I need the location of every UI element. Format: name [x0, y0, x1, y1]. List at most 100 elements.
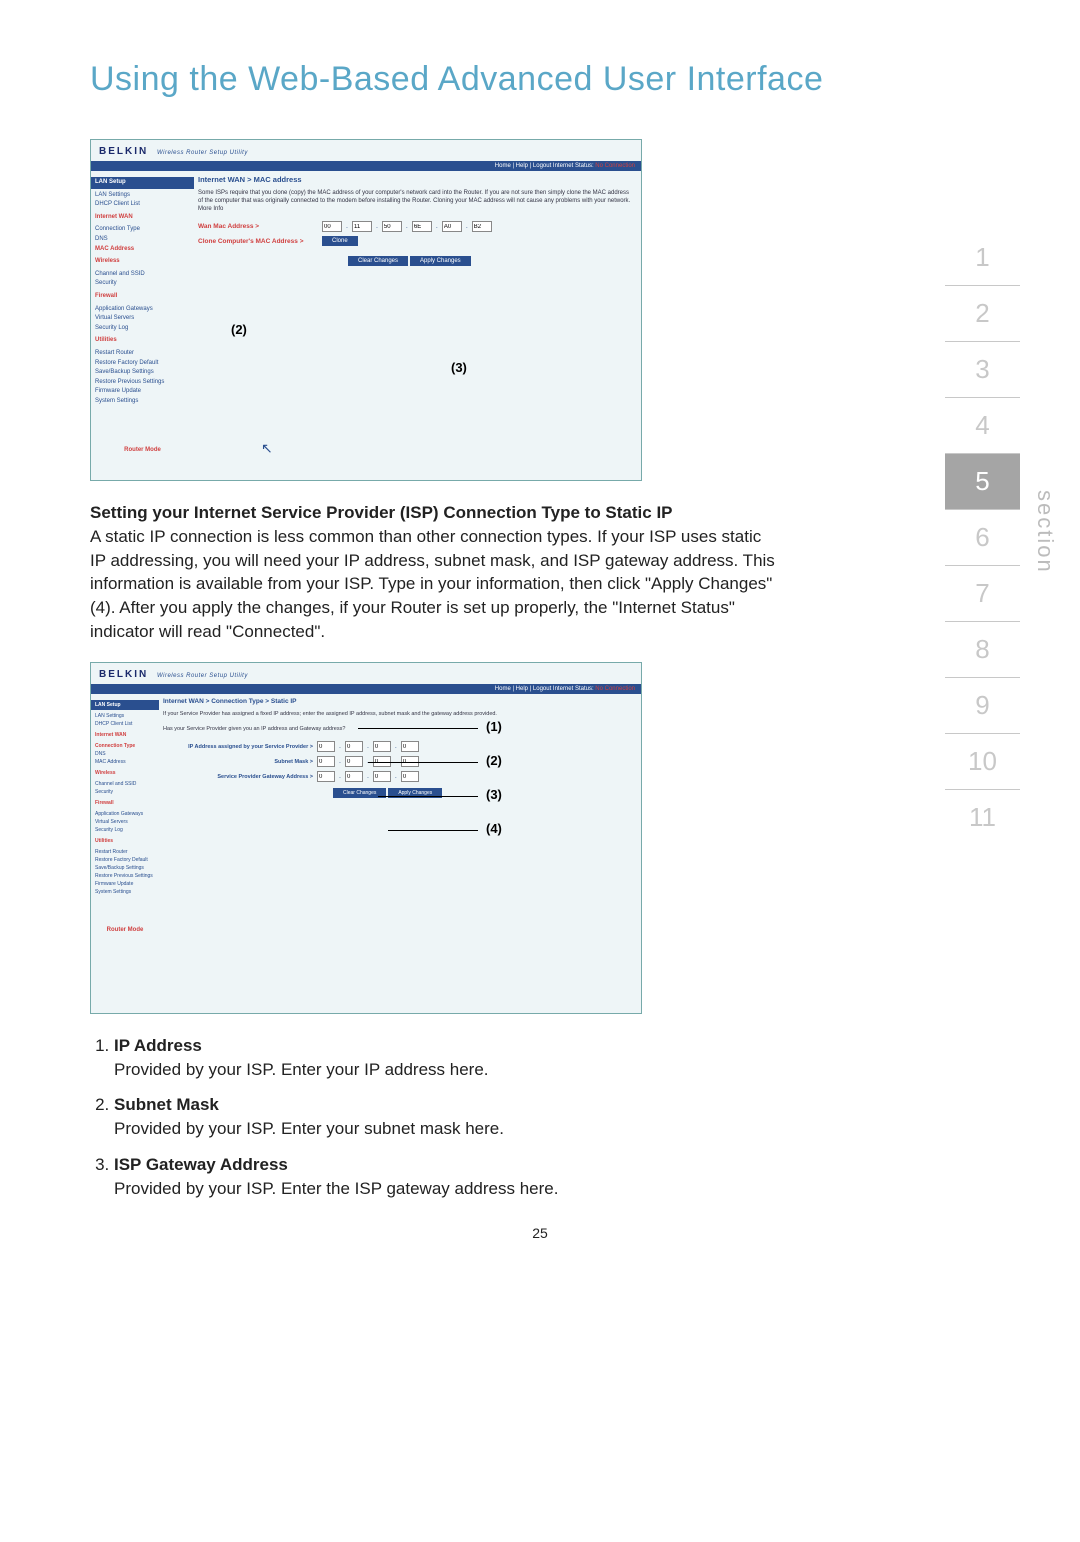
- mac-field-6[interactable]: [472, 221, 492, 232]
- sidebar-item[interactable]: Restart Router: [95, 349, 190, 359]
- static-ip-body: A static IP connection is less common th…: [90, 525, 780, 644]
- router-mode: Router Mode: [95, 446, 190, 456]
- sidebar-item[interactable]: Restore Factory Default: [95, 359, 190, 369]
- sidebar-lan-setup[interactable]: LAN Setup: [91, 700, 159, 710]
- sidebar-item[interactable]: Security: [95, 279, 190, 289]
- section-nav-5[interactable]: 5: [945, 454, 1020, 510]
- sidebar-item[interactable]: Save/Backup Settings: [95, 368, 190, 378]
- brand-text: BELKIN: [99, 146, 148, 157]
- sidebar-item[interactable]: System Settings: [95, 888, 155, 896]
- sidebar-item[interactable]: Channel and SSID: [95, 270, 190, 280]
- mac-field-2[interactable]: [352, 221, 372, 232]
- sidebar-item[interactable]: LAN Settings: [95, 191, 190, 201]
- sidebar-item[interactable]: Firmware Update: [95, 880, 155, 888]
- sidebar-item[interactable]: Virtual Servers: [95, 818, 155, 826]
- cursor-icon: ↖: [261, 440, 273, 457]
- section-nav-9[interactable]: 9: [945, 678, 1020, 734]
- internet-status: No Connection: [595, 163, 635, 169]
- sidebar-item[interactable]: Restore Factory Default: [95, 856, 155, 864]
- section-nav-2[interactable]: 2: [945, 286, 1020, 342]
- mac-field-3[interactable]: [382, 221, 402, 232]
- sidebar-item[interactable]: System Settings: [95, 397, 190, 407]
- mac-field-5[interactable]: [442, 221, 462, 232]
- ip-field[interactable]: [373, 741, 391, 752]
- section-nav-7[interactable]: 7: [945, 566, 1020, 622]
- def-title: Subnet Mask: [114, 1095, 219, 1114]
- callout-2: (2): [231, 322, 247, 337]
- router-sidebar: LAN Setup LAN Settings DHCP Client List …: [91, 694, 159, 940]
- section-nav-10[interactable]: 10: [945, 734, 1020, 790]
- section-nav-6[interactable]: 6: [945, 510, 1020, 566]
- router-sidebar: LAN Setup LAN Settings DHCP Client List …: [91, 171, 194, 460]
- sidebar-item[interactable]: Virtual Servers: [95, 314, 190, 324]
- sidebar-utilities[interactable]: Utilities: [91, 335, 194, 347]
- section-nav-1[interactable]: 1: [945, 230, 1020, 286]
- sidebar-item[interactable]: Restore Previous Settings: [95, 872, 155, 880]
- brand-sub: Wireless Router Setup Utility: [157, 150, 248, 156]
- sidebar-item[interactable]: Firmware Update: [95, 387, 190, 397]
- ip-field[interactable]: [345, 741, 363, 752]
- sidebar-item[interactable]: Restore Previous Settings: [95, 378, 190, 388]
- breadcrumb: Internet WAN > Connection Type > Static …: [163, 698, 633, 705]
- sidebar-utilities[interactable]: Utilities: [91, 836, 159, 846]
- sidebar-item[interactable]: DHCP Client List: [95, 720, 155, 728]
- router-main: Internet WAN > MAC address Some ISPs req…: [194, 171, 641, 270]
- router-main: Internet WAN > Connection Type > Static …: [159, 694, 641, 802]
- sidebar-item[interactable]: Application Gateways: [95, 305, 190, 315]
- screenshot-static-ip: BELKIN Wireless Router Setup Utility Hom…: [90, 662, 642, 1014]
- sidebar-item[interactable]: MAC Address: [95, 758, 155, 766]
- subnet-field[interactable]: [345, 756, 363, 767]
- ip-address-label: IP Address assigned by your Service Prov…: [163, 744, 313, 750]
- section-nav-8[interactable]: 8: [945, 622, 1020, 678]
- sidebar-internet-wan[interactable]: Internet WAN: [91, 212, 194, 224]
- sidebar-lan-setup[interactable]: LAN Setup: [91, 177, 194, 189]
- def-subnet-mask: Subnet Mask Provided by your ISP. Enter …: [114, 1093, 780, 1141]
- gateway-field[interactable]: [317, 771, 335, 782]
- sidebar-item[interactable]: Channel and SSID: [95, 780, 155, 788]
- sidebar-item-mac[interactable]: MAC Address: [95, 245, 190, 255]
- mac-field-1[interactable]: [322, 221, 342, 232]
- sidebar-item[interactable]: DNS: [95, 235, 190, 245]
- breadcrumb: Internet WAN > MAC address: [198, 175, 633, 184]
- sidebar-item[interactable]: Connection Type: [95, 225, 190, 235]
- sidebar-wireless[interactable]: Wireless: [91, 768, 159, 778]
- section-nav-4[interactable]: 4: [945, 398, 1020, 454]
- topbar-links[interactable]: Home | Help | Logout Internet Status:: [495, 686, 594, 692]
- section-nav-11[interactable]: 11: [945, 790, 1020, 845]
- callout-3: (3): [451, 360, 467, 375]
- sidebar-item[interactable]: Security Log: [95, 826, 155, 834]
- sidebar-item[interactable]: Save/Backup Settings: [95, 864, 155, 872]
- sidebar-item[interactable]: DNS: [95, 750, 155, 758]
- sidebar-wireless[interactable]: Wireless: [91, 256, 194, 268]
- sidebar-item[interactable]: Security Log: [95, 324, 190, 334]
- subnet-field[interactable]: [317, 756, 335, 767]
- gateway-field[interactable]: [373, 771, 391, 782]
- ip-field[interactable]: [317, 741, 335, 752]
- callout-1: (1): [486, 719, 502, 734]
- apply-changes-button[interactable]: Apply Changes: [410, 256, 471, 266]
- sidebar-item[interactable]: Security: [95, 788, 155, 796]
- mac-field-4[interactable]: [412, 221, 432, 232]
- body-text: Setting your Internet Service Provider (…: [90, 501, 780, 644]
- wan-mac-label: Wan Mac Address >: [198, 223, 318, 230]
- sidebar-item[interactable]: Application Gateways: [95, 810, 155, 818]
- sidebar-item[interactable]: DHCP Client List: [95, 200, 190, 210]
- sidebar-firewall[interactable]: Firewall: [91, 291, 194, 303]
- gateway-field[interactable]: [401, 771, 419, 782]
- topbar-links[interactable]: Home | Help | Logout Internet Status:: [495, 163, 594, 169]
- gateway-field[interactable]: [345, 771, 363, 782]
- def-isp-gateway: ISP Gateway Address Provided by your ISP…: [114, 1153, 780, 1201]
- sidebar-item[interactable]: Restart Router: [95, 848, 155, 856]
- def-desc: Provided by your ISP. Enter the ISP gate…: [114, 1179, 558, 1198]
- sidebar-item[interactable]: LAN Settings: [95, 712, 155, 720]
- ip-field[interactable]: [401, 741, 419, 752]
- section-nav-3[interactable]: 3: [945, 342, 1020, 398]
- clone-mac-label: Clone Computer's MAC Address >: [198, 238, 318, 245]
- clear-changes-button[interactable]: Clear Changes: [348, 256, 408, 266]
- clone-button[interactable]: Clone: [322, 236, 358, 246]
- sidebar-firewall[interactable]: Firewall: [91, 798, 159, 808]
- internet-status: No Connection: [595, 686, 635, 692]
- sidebar-item[interactable]: Connection Type: [95, 742, 155, 750]
- sidebar-internet-wan[interactable]: Internet WAN: [91, 730, 159, 740]
- subnet-mask-label: Subnet Mask >: [163, 759, 313, 765]
